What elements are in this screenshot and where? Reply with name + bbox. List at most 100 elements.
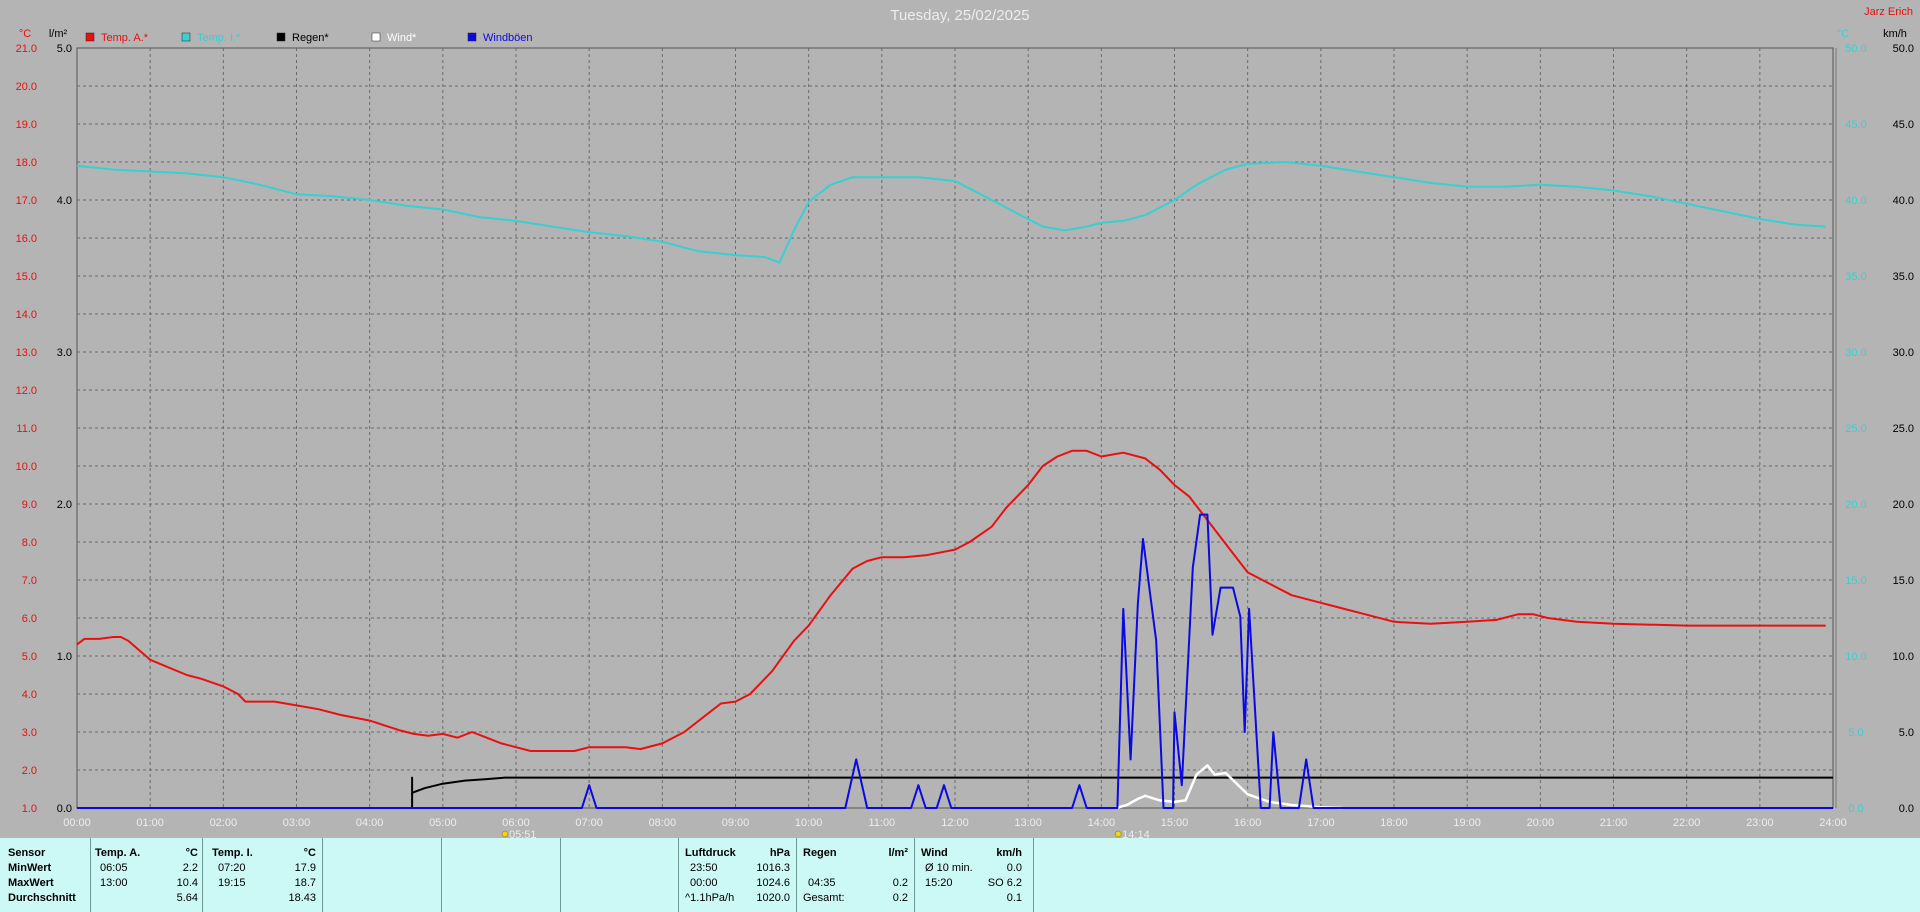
stats-header-wind: Wind bbox=[921, 847, 948, 859]
stats-rain-value: 0.2 bbox=[892, 877, 908, 889]
rain-tick-label: 2.0 bbox=[57, 499, 72, 511]
stats-header-pressure-unit: hPa bbox=[769, 847, 790, 859]
temp-tick-label: 21.0 bbox=[16, 43, 37, 55]
temp-i-tick-label: 0.0 bbox=[1848, 803, 1863, 815]
stats-temp-i-value: 18.43 bbox=[288, 892, 316, 904]
temp-tick-label: 16.0 bbox=[16, 233, 37, 245]
temp-i-tick-label: 35.0 bbox=[1845, 271, 1866, 283]
rain-tick-label: 0.0 bbox=[57, 803, 72, 815]
temp-tick-label: 9.0 bbox=[22, 499, 37, 511]
temp-tick-label: 3.0 bbox=[22, 727, 37, 739]
stats-header-temp-a-unit: °C bbox=[185, 847, 198, 859]
rain-tick-label: 4.0 bbox=[57, 195, 72, 207]
stats-header-rain: Regen bbox=[803, 847, 837, 859]
stats-pressure-value: 1016.3 bbox=[756, 862, 790, 874]
temp-tick-label: 17.0 bbox=[16, 195, 37, 207]
temp-tick-label: 20.0 bbox=[16, 81, 37, 93]
x-tick-label: 20:00 bbox=[1527, 817, 1555, 829]
rain-tick-label: 5.0 bbox=[57, 43, 72, 55]
stats-row-label: Durchschnitt bbox=[8, 892, 76, 904]
temp-i-axis-unit: °C bbox=[1837, 28, 1849, 40]
temp-tick-label: 15.0 bbox=[16, 271, 37, 283]
time-marker-dot bbox=[501, 830, 509, 838]
stats-wind-value: 0.0 bbox=[1006, 862, 1022, 874]
x-tick-label: 07:00 bbox=[575, 817, 603, 829]
legend-swatch bbox=[371, 32, 381, 42]
wind-tick-label: 40.0 bbox=[1893, 195, 1914, 207]
stats-divider bbox=[441, 838, 442, 912]
temp-tick-label: 2.0 bbox=[22, 765, 37, 777]
temp-i-tick-label: 40.0 bbox=[1845, 195, 1866, 207]
legend-swatch bbox=[276, 32, 286, 42]
time-marker-label: 05:51 bbox=[509, 829, 537, 838]
stats-pressure-time: 23:50 bbox=[690, 862, 718, 874]
x-tick-label: 08:00 bbox=[649, 817, 677, 829]
chart-grid bbox=[76, 47, 1837, 809]
wind-tick-label: 50.0 bbox=[1893, 43, 1914, 55]
temp-i-tick-label: 30.0 bbox=[1845, 347, 1866, 359]
x-tick-label: 18:00 bbox=[1380, 817, 1408, 829]
stats-wind-time: Ø 10 min. bbox=[925, 862, 973, 874]
wind-tick-label: 20.0 bbox=[1893, 499, 1914, 511]
stats-temp-i-time: 19:15 bbox=[218, 877, 246, 889]
temp-tick-label: 1.0 bbox=[22, 803, 37, 815]
rain-tick-label: 3.0 bbox=[57, 347, 72, 359]
stats-header-temp-i-unit: °C bbox=[303, 847, 316, 859]
temp-tick-label: 11.0 bbox=[16, 423, 37, 435]
stats-rain-time: Gesamt: bbox=[803, 892, 845, 904]
series-line-1 bbox=[76, 161, 1826, 264]
x-tick-label: 01:00 bbox=[136, 817, 164, 829]
x-tick-label: 24:00 bbox=[1819, 817, 1847, 829]
stats-header-pressure: Luftdruck bbox=[685, 847, 736, 859]
temp-tick-label: 7.0 bbox=[22, 575, 37, 587]
temp-tick-label: 13.0 bbox=[16, 347, 37, 359]
legend-label: Windböen bbox=[483, 32, 533, 44]
temp-tick-label: 12.0 bbox=[16, 385, 37, 397]
x-tick-label: 12:00 bbox=[941, 817, 969, 829]
rain-axis-unit: l/m² bbox=[49, 28, 68, 40]
stats-temp-a-value: 10.4 bbox=[176, 877, 198, 889]
stats-divider bbox=[914, 838, 915, 912]
stats-header-rain-unit: l/m² bbox=[888, 847, 908, 859]
rain-tick-label: 1.0 bbox=[57, 651, 72, 663]
x-tick-label: 21:00 bbox=[1600, 817, 1628, 829]
legend-swatch bbox=[85, 32, 95, 42]
temp-i-tick-label: 5.0 bbox=[1848, 727, 1863, 739]
x-tick-label: 15:00 bbox=[1161, 817, 1189, 829]
x-tick-label: 09:00 bbox=[722, 817, 750, 829]
stats-row-label: MinWert bbox=[8, 862, 52, 874]
legend-label: Regen* bbox=[292, 32, 329, 44]
stats-temp-i-value: 17.9 bbox=[294, 862, 316, 874]
brand-label: Jarz Erich bbox=[1864, 6, 1913, 18]
chart-tick-labels: 00:00 01:00 02:00 03:00 04:00 05:00 06:00 07:00… bbox=[16, 43, 1914, 829]
stats-temp-a-time: 13:00 bbox=[100, 877, 128, 889]
temp-tick-label: 14.0 bbox=[16, 309, 37, 321]
wind-tick-label: 5.0 bbox=[1899, 727, 1914, 739]
stats-header-wind-unit: km/h bbox=[996, 847, 1022, 859]
x-tick-label: 14:00 bbox=[1088, 817, 1116, 829]
time-marker-dot bbox=[1114, 830, 1122, 838]
temp-i-tick-label: 50.0 bbox=[1845, 43, 1866, 55]
stats-temp-i-time: 07:20 bbox=[218, 862, 246, 874]
legend-swatch bbox=[467, 32, 477, 42]
x-tick-label: 03:00 bbox=[283, 817, 311, 829]
stats-header-sensor: Sensor bbox=[8, 847, 46, 859]
x-tick-label: 04:00 bbox=[356, 817, 384, 829]
x-tick-label: 05:00 bbox=[429, 817, 457, 829]
wind-tick-label: 30.0 bbox=[1893, 347, 1914, 359]
weather-chart: Tuesday, 25/02/2025 Jarz Erich °C l/m² °… bbox=[16, 6, 1914, 838]
stats-temp-a-time: 06:05 bbox=[100, 862, 128, 874]
stats-wind-value: 0.1 bbox=[1006, 892, 1022, 904]
wind-tick-label: 0.0 bbox=[1899, 803, 1914, 815]
chart-time-markers: 05:51 14:14 bbox=[501, 829, 1150, 838]
temp-tick-label: 19.0 bbox=[16, 119, 37, 131]
stats-temp-a-value: 5.64 bbox=[176, 892, 198, 904]
stats-divider bbox=[322, 838, 323, 912]
temp-tick-label: 6.0 bbox=[22, 613, 37, 625]
temp-tick-label: 8.0 bbox=[22, 537, 37, 549]
stats-pressure-value: 1024.6 bbox=[756, 877, 790, 889]
statistics-panel: Sensor Temp. A. °C Temp. I. °C Luftdruck… bbox=[0, 838, 1920, 912]
x-tick-label: 06:00 bbox=[502, 817, 530, 829]
temp-tick-label: 4.0 bbox=[22, 689, 37, 701]
x-tick-label: 13:00 bbox=[1014, 817, 1042, 829]
